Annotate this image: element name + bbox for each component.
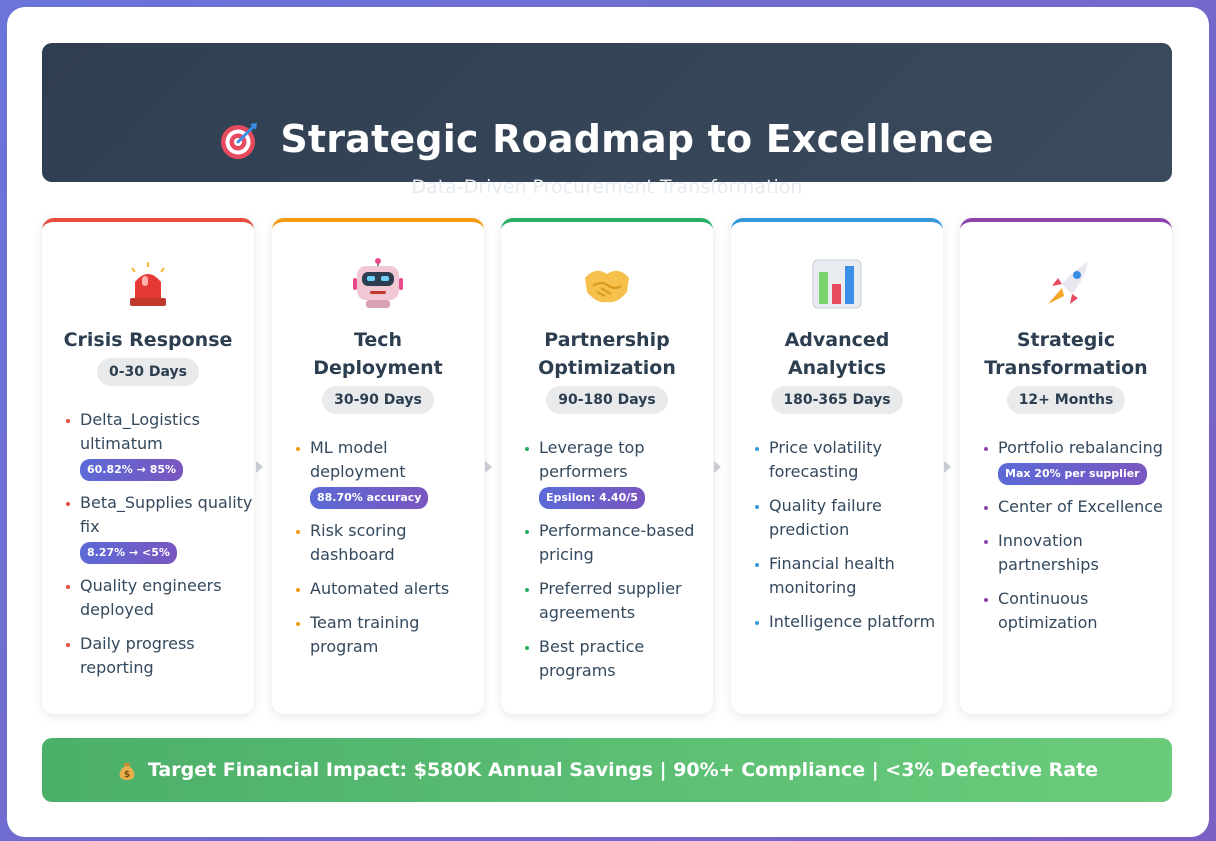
list-item: Preferred supplier agreements [501,577,713,625]
list-item-text: Performance-based pricing [539,521,695,564]
arrow-icon [714,461,721,473]
list-item-text: Risk scoring dashboard [310,521,407,564]
metric-badge: Max 20% per supplier [998,463,1147,485]
list-item-text: Leverage top performers [539,438,645,481]
metric-badge: 8.27% → <5% [80,542,177,564]
list-item: Continuous optimization [960,587,1172,635]
arrow-icon [256,461,263,473]
list-item: Innovation partnerships [960,529,1172,577]
financial-impact-banner: $ Target Financial Impact: $580K Annual … [42,738,1172,802]
list-item: Performance-based pricing [501,519,713,567]
list-item-text: Innovation partnerships [998,531,1099,574]
phase-items: Delta_Logistics ultimatum 60.82% → 85% Be… [42,408,254,690]
phase-title: Crisis Response [63,329,233,351]
phase-items: Portfolio rebalancing Max 20% per supplie… [960,436,1172,645]
phase-period-badge: 30-90 Days [322,386,434,414]
siren-icon [130,262,166,306]
page-title: Strategic Roadmap to Excellence [280,117,994,161]
target-icon [221,123,258,159]
list-item: ML model deployment 88.70% accuracy [272,436,484,509]
financial-impact-text: Target Financial Impact: $580K Annual Sa… [147,759,1099,781]
list-item: Financial health monitoring [731,552,943,600]
phase-title: Tech Deployment [313,329,443,379]
list-item: Quality engineers deployed [42,574,254,622]
list-item: Team training program [272,611,484,659]
phase-card-strategic-transformation: Strategic Transformation 12+ Months Port… [960,218,1172,714]
phase-items: Price volatility forecasting Quality fai… [731,436,943,644]
list-item-text: Delta_Logistics ultimatum [80,410,200,453]
phase-card-partnership-optimization: Partnership Optimization 90-180 Days Lev… [501,218,713,714]
list-item-text: Continuous optimization [998,589,1098,632]
header-banner: Strategic Roadmap to Excellence Data-Dri… [42,43,1172,198]
list-item: Intelligence platform [731,610,943,634]
list-item-text: Portfolio rebalancing [998,438,1163,457]
phase-period-badge: 90-180 Days [546,386,668,414]
list-item-text: Quality engineers deployed [80,576,222,619]
robot-icon [353,258,403,308]
list-item: Risk scoring dashboard [272,519,484,567]
phase-period-badge: 180-365 Days [771,386,903,414]
page-subtitle: Data-Driven Procurement Transformation [411,176,803,198]
list-item: Leverage top performers Epsilon: 4.40/5 [501,436,713,509]
list-item: Price volatility forecasting [731,436,943,484]
phase-card-crisis-response: Crisis Response 0-30 Days Delta_Logistic… [42,218,254,714]
metric-badge: 88.70% accuracy [310,487,429,509]
metric-badge: 60.82% → 85% [80,459,184,481]
bar-chart-icon [812,259,862,309]
list-item: Center of Excellence [960,495,1172,519]
handshake-icon [585,270,629,303]
phase-period-badge: 12+ Months [1006,386,1126,414]
phase-card-advanced-analytics: Advanced Analytics 180-365 Days Price vo… [731,218,943,714]
phase-items: ML model deployment 88.70% accuracy Risk … [272,436,484,669]
phase-title: Partnership Optimization [538,329,676,379]
list-item-text: Price volatility forecasting [769,438,882,481]
list-item-text: Preferred supplier agreements [539,579,682,622]
list-item: Daily progress reporting [42,632,254,680]
phase-title: Strategic Transformation [984,329,1148,379]
arrow-icon [485,461,492,473]
svg-text:$: $ [124,770,130,780]
list-item-text: Best practice programs [539,637,645,680]
rocket-icon [1048,262,1088,304]
list-item-text: Beta_Supplies quality fix [80,493,253,536]
metric-badge: Epsilon: 4.40/5 [539,487,645,509]
arrow-icon [944,461,951,473]
title-row: Strategic Roadmap to Excellence [42,117,1172,161]
list-item: Quality failure prediction [731,494,943,542]
phase-card-tech-deployment: Tech Deployment 30-90 Days ML model depl… [272,218,484,714]
list-item-text: Financial health monitoring [769,554,895,597]
phase-period-badge: 0-30 Days [96,358,199,386]
money-bag-icon: $ [119,763,135,780]
list-item-text: Center of Excellence [998,497,1163,516]
list-item-text: Team training program [310,613,420,656]
list-item-text: Daily progress reporting [80,634,195,677]
list-item-text: Intelligence platform [769,612,936,631]
list-item: Beta_Supplies quality fix 8.27% → <5% [42,491,254,564]
list-item: Best practice programs [501,635,713,683]
list-item: Automated alerts [272,577,484,601]
list-item-text: ML model deployment [310,438,406,481]
phase-items: Leverage top performers Epsilon: 4.40/5 P… [501,436,713,693]
list-item: Portfolio rebalancing Max 20% per supplie… [960,436,1172,485]
list-item: Delta_Logistics ultimatum 60.82% → 85% [42,408,254,481]
list-item-text: Automated alerts [310,579,450,598]
list-item-text: Quality failure prediction [769,496,882,539]
phase-title: Advanced Analytics [784,329,890,379]
